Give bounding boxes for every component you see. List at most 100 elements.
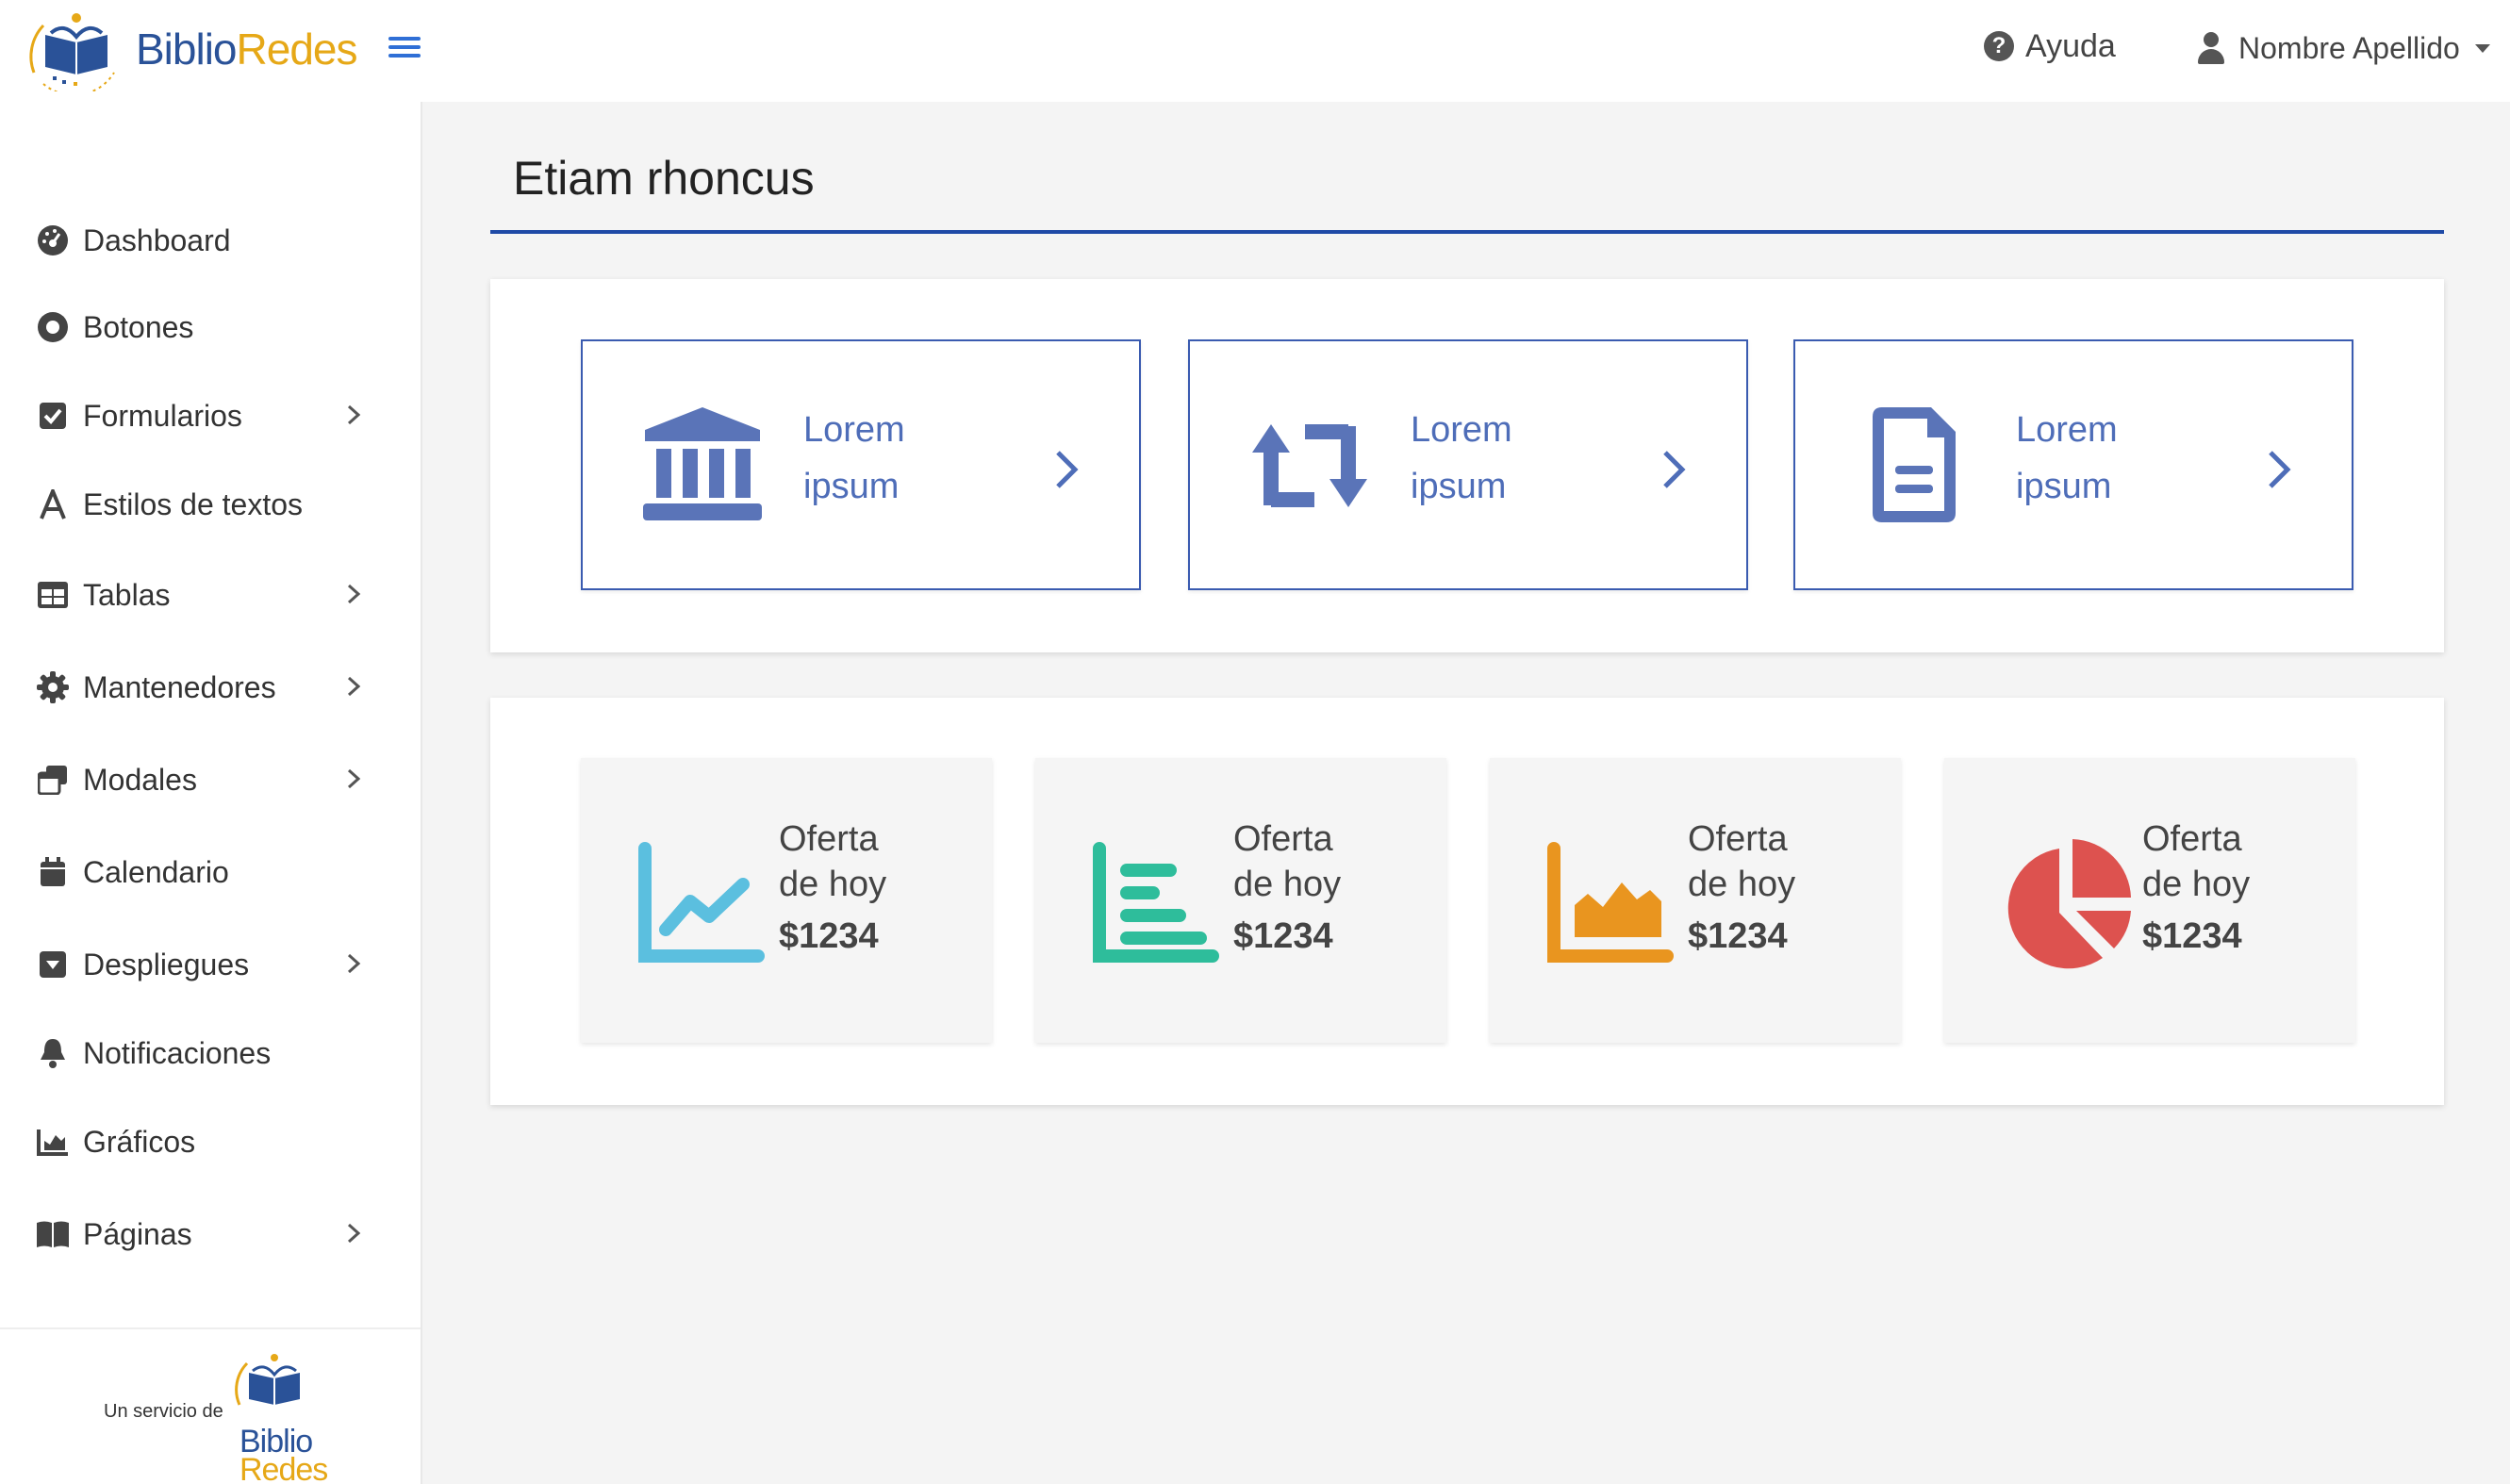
link-card-file[interactable]: Lorem ipsum [1793, 339, 2353, 590]
link-card-line1: Lorem [1411, 410, 1512, 450]
circle-dot-icon [36, 310, 70, 344]
sidebar-item-label: Botones [83, 309, 194, 344]
dropdown-box-icon [36, 948, 70, 981]
menu-toggle-button[interactable] [388, 32, 421, 64]
stat-card-pie: Oferta de hoy $1234 [1944, 758, 2355, 1043]
sidebar-item-label: Estilos de textos [83, 486, 303, 521]
hamburger-icon [388, 37, 421, 41]
link-card-line1: Lorem [803, 410, 905, 450]
stat-line2: de hoy [1233, 865, 1342, 904]
help-label: Ayuda [2025, 27, 2116, 64]
line-chart-icon [638, 842, 765, 963]
sidebar-item-label: Dashboard [83, 223, 231, 257]
sidebar-item-notificaciones[interactable]: Notificaciones [0, 1020, 421, 1086]
stats-card: Oferta de hoy $1234 Oferta de hoy $1234 … [490, 698, 2444, 1105]
stat-card-bar: Oferta de hoy $1234 [1035, 758, 1446, 1043]
book-logo-icon [235, 1354, 300, 1406]
area-chart-icon [1547, 842, 1674, 963]
sidebar-item-label: Páginas [83, 1216, 192, 1251]
sidebar-item-calendario[interactable]: Calendario [0, 839, 421, 905]
retweet-icon [1252, 424, 1367, 507]
sidebar-item-dashboard[interactable]: Dashboard [0, 207, 421, 273]
chevron-right-icon [1663, 451, 1686, 488]
sidebar-item-label: Modales [83, 762, 197, 797]
stat-line2: de hoy [779, 865, 887, 904]
sidebar-item-botones[interactable]: Botones [0, 294, 421, 360]
sidebar: Dashboard Botones Formularios Estilos de… [0, 102, 422, 1484]
stat-value: $1234 [1688, 916, 1788, 956]
link-card-line2: ipsum [803, 467, 900, 506]
sidebar-item-formularios[interactable]: Formularios [0, 383, 421, 449]
sidebar-item-label: Tablas [83, 577, 171, 612]
link-card-retweet[interactable]: Lorem ipsum [1188, 339, 1748, 590]
area-chart-icon [36, 1125, 70, 1159]
stat-value: $1234 [2142, 916, 2242, 956]
pie-chart-icon [2007, 839, 2131, 969]
stat-line1: Oferta [1688, 819, 1788, 859]
calendar-icon [36, 855, 70, 889]
sidebar-item-despliegues[interactable]: Despliegues [0, 932, 421, 998]
chevron-right-icon [1056, 451, 1079, 488]
sidebar-item-label: Mantenedores [83, 669, 276, 704]
chevron-right-icon [2269, 451, 2291, 488]
stat-line1: Oferta [1233, 819, 1333, 859]
stat-card-line: Oferta de hoy $1234 [581, 758, 992, 1043]
page-title: Etiam rhoncus [513, 152, 815, 205]
chevron-right-icon [347, 768, 361, 789]
stat-line1: Oferta [779, 819, 879, 859]
file-text-icon [1873, 407, 1956, 522]
stat-line1: Oferta [2142, 819, 2242, 859]
chevron-right-icon [347, 1223, 361, 1244]
gear-icon [36, 670, 70, 704]
sidebar-item-modales[interactable]: Modales [0, 747, 421, 813]
brand-name-part2: Redes [236, 25, 358, 74]
quick-links-card: Lorem ipsum Lorem ipsum Lorem ipsum [490, 279, 2444, 652]
service-text: Un servicio de [104, 1401, 223, 1422]
caret-down-icon [2474, 43, 2490, 53]
stat-value: $1234 [1233, 916, 1333, 956]
link-card-line2: ipsum [2016, 467, 2112, 506]
stat-value: $1234 [779, 916, 879, 956]
sidebar-item-label: Notificaciones [83, 1035, 272, 1070]
chevron-right-icon [347, 676, 361, 697]
help-link[interactable]: ? Ayuda [1984, 25, 2116, 68]
sidebar-item-label: Calendario [83, 854, 229, 889]
table-icon [36, 578, 70, 612]
font-icon [36, 487, 70, 521]
sidebar-item-tablas[interactable]: Tablas [0, 562, 421, 628]
chevron-right-icon [347, 404, 361, 425]
book-logo-icon [29, 13, 115, 91]
sidebar-item-paginas[interactable]: Páginas [0, 1201, 421, 1267]
user-menu[interactable]: Nombre Apellido [2197, 26, 2490, 70]
footer-logo: Biblio Redes [232, 1348, 328, 1484]
chevron-right-icon [347, 953, 361, 974]
bell-icon [36, 1036, 70, 1070]
book-icon [36, 1217, 70, 1251]
stat-line2: de hoy [1688, 865, 1796, 904]
sidebar-footer: Un servicio de Biblio Redes [0, 1327, 421, 1484]
sidebar-item-label: Gráficos [83, 1124, 196, 1159]
dashboard-icon [36, 223, 70, 257]
link-card-line1: Lorem [2016, 410, 2118, 450]
title-divider [490, 230, 2444, 234]
bar-chart-icon [1093, 842, 1219, 963]
question-circle-icon: ? [1984, 31, 2014, 61]
bank-icon [643, 407, 762, 520]
sidebar-item-label: Despliegues [83, 947, 250, 981]
user-name: Nombre Apellido [2238, 30, 2460, 65]
windows-icon [36, 763, 70, 797]
top-bar: BiblioRedes ? Ayuda Nombre Apellido [0, 0, 2510, 102]
chevron-right-icon [347, 584, 361, 604]
stat-card-area: Oferta de hoy $1234 [1490, 758, 1901, 1043]
link-card-bank[interactable]: Lorem ipsum [581, 339, 1141, 590]
brand-logo[interactable]: BiblioRedes [25, 6, 357, 92]
sidebar-item-mantenedores[interactable]: Mantenedores [0, 654, 421, 720]
sidebar-item-estilos-de-textos[interactable]: Estilos de textos [0, 471, 421, 537]
sidebar-item-graficos[interactable]: Gráficos [0, 1109, 421, 1175]
user-icon [2197, 32, 2225, 64]
stat-line2: de hoy [2142, 865, 2251, 904]
link-card-line2: ipsum [1411, 467, 1507, 506]
checkbox-icon [36, 399, 70, 433]
footer-logo-line2: Redes [239, 1452, 328, 1484]
sidebar-item-label: Formularios [83, 398, 242, 433]
